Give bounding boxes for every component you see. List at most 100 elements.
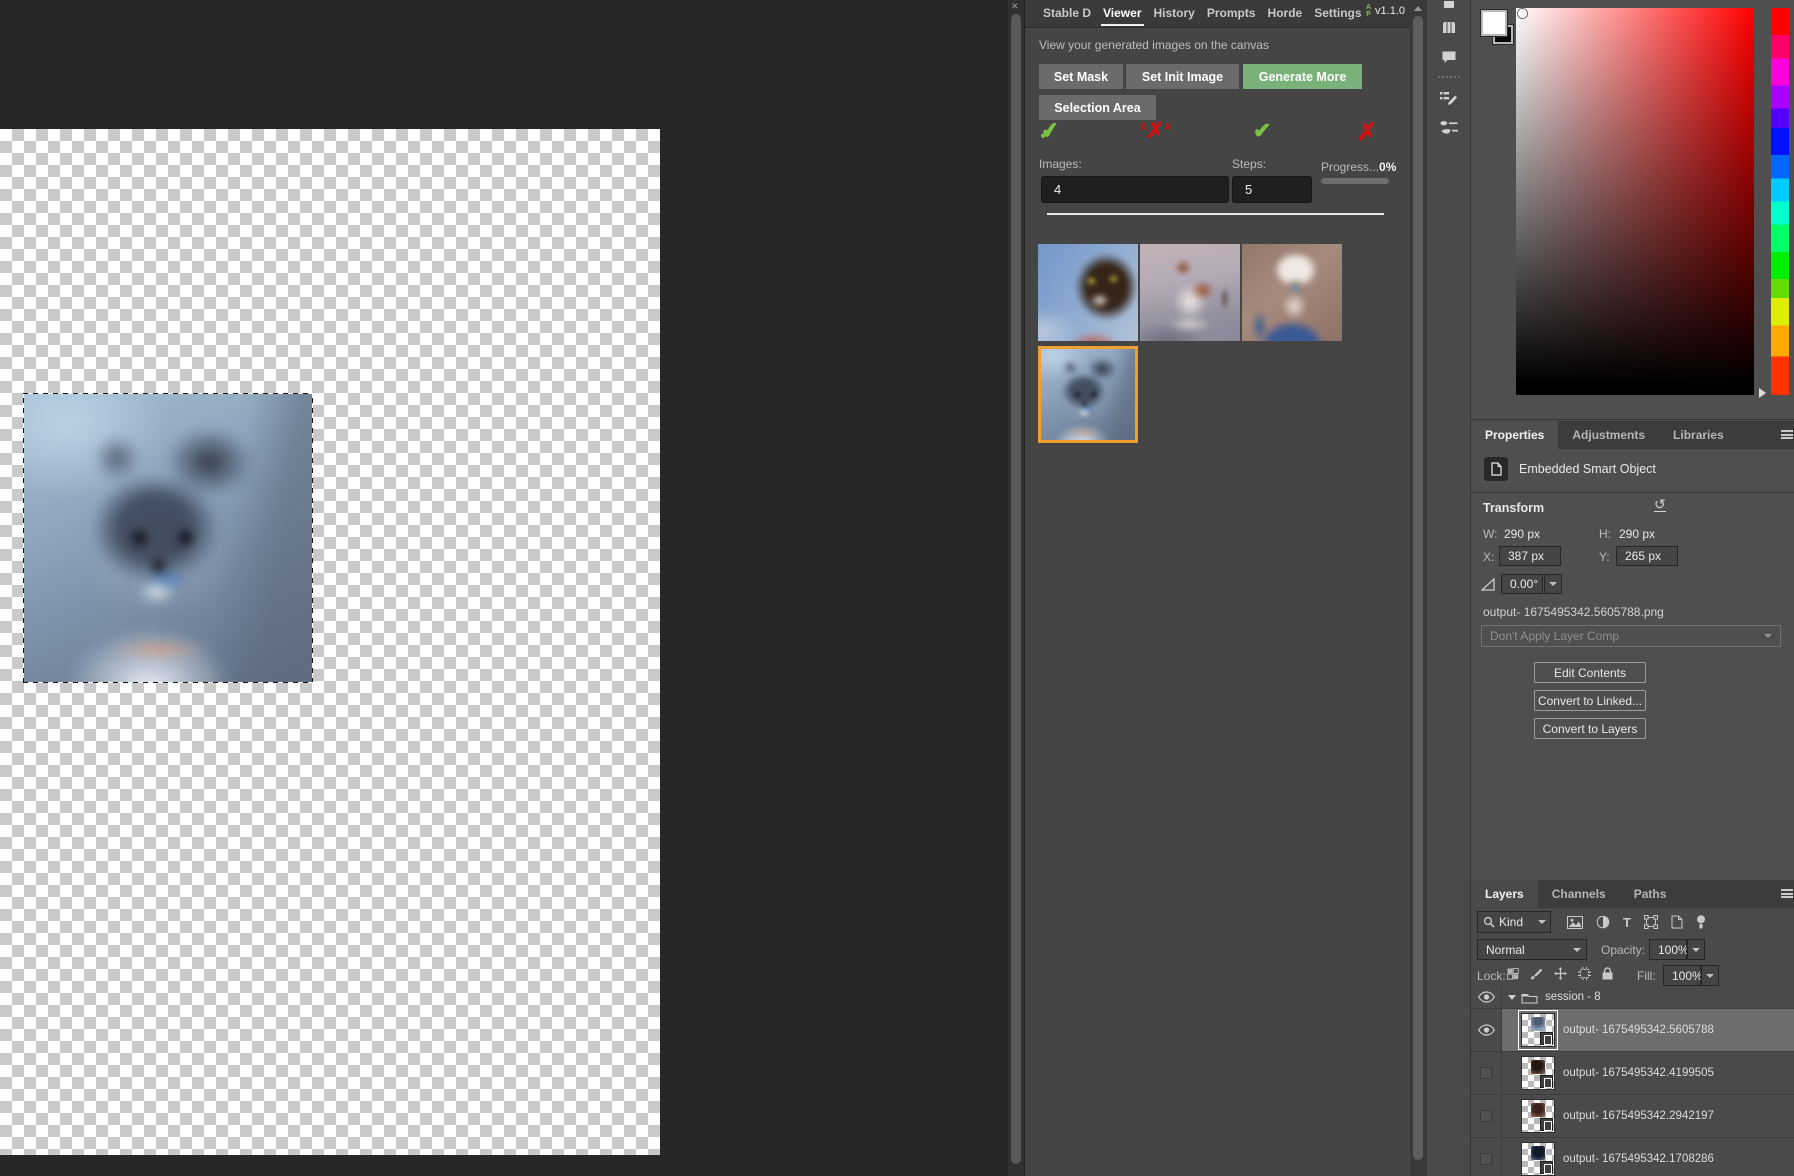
rotation-dropdown-button[interactable] xyxy=(1544,574,1562,594)
opacity-input[interactable]: 100% xyxy=(1649,939,1687,960)
panel-menu-icon[interactable] xyxy=(1781,430,1793,439)
comments-panel-icon[interactable] xyxy=(1427,42,1471,72)
generated-thumbnail-1[interactable] xyxy=(1038,244,1138,341)
opacity-dropdown-button[interactable] xyxy=(1687,939,1705,960)
dock-divider xyxy=(1438,76,1460,78)
filter-kind-select[interactable]: Kind xyxy=(1477,911,1551,933)
lock-transparency-icon[interactable] xyxy=(1507,968,1519,980)
color-field-cursor[interactable] xyxy=(1518,9,1527,18)
plugin-version: A P v1.1.0 xyxy=(1366,4,1405,18)
clipped-panel-icon[interactable] xyxy=(1427,0,1471,12)
approve-all-checks-icon[interactable]: ✔✔ xyxy=(1037,117,1061,146)
filter-pixel-layers-icon[interactable] xyxy=(1567,916,1583,929)
tab-properties[interactable]: Properties xyxy=(1471,421,1558,449)
y-position-input[interactable]: 265 px xyxy=(1616,546,1678,566)
edit-contents-button[interactable]: Edit Contents xyxy=(1534,662,1646,683)
tab-libraries[interactable]: Libraries xyxy=(1659,421,1738,449)
layer-thumbnail[interactable] xyxy=(1521,1013,1555,1047)
layer-thumbnail[interactable] xyxy=(1521,1056,1555,1090)
close-icon[interactable]: ✕ xyxy=(1011,1,1019,12)
fill-dropdown-button[interactable] xyxy=(1701,965,1719,986)
tab-viewer[interactable]: Viewer xyxy=(1097,0,1147,28)
convert-to-layers-button[interactable]: Convert to Layers xyxy=(1534,718,1646,739)
filter-toggle-icon[interactable] xyxy=(1696,915,1706,929)
generated-thumbnail-4-selected[interactable] xyxy=(1038,346,1138,443)
plugin-left-scrollbar[interactable]: ✕ xyxy=(1008,0,1024,1176)
scrollbar-thumb[interactable] xyxy=(1413,16,1423,1160)
approve-check-icon[interactable]: ✔ xyxy=(1253,118,1271,144)
lock-all-icon[interactable] xyxy=(1602,967,1613,980)
group-expand-icon[interactable] xyxy=(1508,995,1516,1000)
saturation-brightness-field[interactable] xyxy=(1516,8,1754,395)
fill-input[interactable]: 100% xyxy=(1663,965,1701,986)
filter-smart-objects-icon[interactable] xyxy=(1671,915,1683,929)
transform-title: Transform xyxy=(1483,501,1544,515)
set-mask-button[interactable]: Set Mask xyxy=(1039,64,1123,89)
filter-adjustment-layers-icon[interactable] xyxy=(1596,915,1610,929)
tab-channels[interactable]: Channels xyxy=(1538,880,1620,908)
smart-object-badge-icon xyxy=(1540,1118,1553,1131)
visibility-toggle-empty[interactable] xyxy=(1480,1153,1492,1165)
hue-slider-pointer-icon[interactable] xyxy=(1759,388,1766,398)
lock-label: Lock: xyxy=(1477,969,1506,983)
layer-thumbnail[interactable] xyxy=(1521,1099,1555,1133)
tab-paths[interactable]: Paths xyxy=(1620,880,1681,908)
visibility-eye-icon[interactable] xyxy=(1478,1024,1495,1036)
lock-artboard-icon[interactable] xyxy=(1578,967,1591,980)
images-count-input[interactable]: 4 xyxy=(1041,176,1229,203)
brushes-panel-icon[interactable] xyxy=(1427,112,1471,142)
visibility-toggle-empty[interactable] xyxy=(1480,1067,1492,1079)
tab-layers[interactable]: Layers xyxy=(1471,880,1538,908)
tab-prompts[interactable]: Prompts xyxy=(1201,0,1262,28)
filter-type-layers-icon[interactable]: T xyxy=(1623,916,1631,929)
scroll-up-arrow-icon[interactable] xyxy=(1414,6,1422,11)
lock-position-move-icon[interactable] xyxy=(1554,967,1567,980)
blend-mode-select[interactable]: Normal xyxy=(1477,939,1587,960)
x-position-input[interactable]: 387 px xyxy=(1499,546,1561,566)
tab-stable-d[interactable]: Stable D xyxy=(1037,0,1097,28)
foreground-color-swatch[interactable] xyxy=(1481,10,1507,36)
layer-comp-value: Don't Apply Layer Comp xyxy=(1490,629,1619,643)
tab-history[interactable]: History xyxy=(1148,0,1201,28)
reject-all-crosses-icon[interactable]: x✗x xyxy=(1140,118,1171,144)
tab-settings[interactable]: Settings xyxy=(1308,0,1367,28)
layer-row[interactable]: output- 1675495342.2942197 xyxy=(1471,1095,1794,1138)
libraries-panel-icon[interactable] xyxy=(1427,12,1471,42)
layer-row[interactable]: output- 1675495342.1708286 xyxy=(1471,1138,1794,1176)
steps-input[interactable]: 5 xyxy=(1232,176,1312,203)
canvas-area[interactable] xyxy=(0,0,1008,1176)
filter-shape-layers-icon[interactable] xyxy=(1644,915,1658,929)
layer-row-selected[interactable]: output- 1675495342.5605788 xyxy=(1471,1009,1794,1052)
hue-slider[interactable] xyxy=(1771,8,1789,395)
rotation-angle-input[interactable]: 0.00° xyxy=(1501,574,1543,594)
layer-row[interactable]: output- 1675495342.4199505 xyxy=(1471,1052,1794,1095)
divider xyxy=(1471,492,1794,493)
smart-object-badge-icon xyxy=(1540,1075,1553,1088)
reset-transform-icon[interactable]: ↺ xyxy=(1654,498,1666,512)
scrollbar-thumb[interactable] xyxy=(1011,14,1021,1164)
generate-more-button[interactable]: Generate More xyxy=(1243,64,1362,89)
plugin-right-scrollbar[interactable] xyxy=(1410,0,1426,1176)
reject-cross-icon[interactable]: ✗ xyxy=(1357,118,1377,147)
generated-thumbnail-2[interactable] xyxy=(1140,244,1240,341)
panel-menu-icon[interactable] xyxy=(1781,889,1793,898)
selected-smart-object-image[interactable] xyxy=(23,393,313,683)
tab-horde[interactable]: Horde xyxy=(1262,0,1309,28)
visibility-eye-icon[interactable] xyxy=(1478,991,1495,1003)
generated-thumbnail-3[interactable] xyxy=(1242,244,1342,341)
width-label: W: xyxy=(1483,527,1497,541)
visibility-toggle-empty[interactable] xyxy=(1480,1110,1492,1122)
lock-icons xyxy=(1507,967,1613,980)
document-canvas[interactable] xyxy=(0,129,660,1155)
layer-group-row[interactable]: session - 8 xyxy=(1471,986,1794,1009)
brush-settings-panel-icon[interactable] xyxy=(1427,82,1471,112)
set-init-image-button[interactable]: Set Init Image xyxy=(1126,64,1239,89)
tab-adjustments[interactable]: Adjustments xyxy=(1558,421,1659,449)
thumbnail-image xyxy=(1038,346,1138,443)
smart-object-badge-icon xyxy=(1540,1161,1553,1174)
layer-comp-select[interactable]: Don't Apply Layer Comp xyxy=(1481,625,1781,647)
lock-pixels-brush-icon[interactable] xyxy=(1530,967,1543,980)
convert-to-linked-button[interactable]: Convert to Linked... xyxy=(1534,690,1646,711)
layer-name: output- 1675495342.4199505 xyxy=(1563,1067,1714,1079)
layer-thumbnail[interactable] xyxy=(1521,1142,1555,1176)
